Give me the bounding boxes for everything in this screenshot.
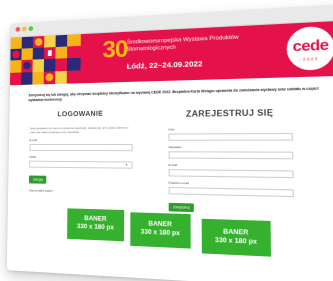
forgot-password-link[interactable]: Zapomniałeś hasła? bbox=[29, 189, 133, 195]
logo-year: 2022 bbox=[287, 55, 333, 62]
register-form: ZAREJESTRUJ SIĘ Imię Nazwisko E-mail Pow… bbox=[168, 108, 294, 218]
login-note: Jeśli posiadasz już konto w systemie rej… bbox=[30, 126, 133, 135]
cede-logo[interactable]: cede 2022 bbox=[286, 26, 333, 71]
logo-wordmark: cede bbox=[287, 35, 333, 54]
page-stage: 30 Środkowoeuropejska Wystawa Produktów … bbox=[0, 0, 333, 281]
register-first-name-label: Imię bbox=[168, 127, 292, 132]
login-password-label: Hasło bbox=[29, 155, 132, 160]
ad-banner-size: 330 x 180 px bbox=[202, 236, 271, 248]
login-email-input[interactable] bbox=[29, 144, 132, 151]
login-button[interactable]: Zaloguj bbox=[29, 176, 47, 184]
register-last-name-input[interactable] bbox=[169, 151, 294, 159]
register-confirm-email-label: Powtórz e-mail bbox=[169, 181, 294, 187]
edition-number: 30 bbox=[102, 38, 127, 63]
exhibition-date: Łódź, 22–24.09.2022 bbox=[127, 59, 203, 71]
login-password-input[interactable]: ● bbox=[29, 161, 132, 169]
login-heading: LOGOWANIE bbox=[30, 110, 133, 118]
banner-row: BANER 330 x 180 px BANER 330 x 180 px BA… bbox=[7, 203, 333, 261]
ad-banner-size: 330 x 180 px bbox=[130, 228, 190, 239]
maximize-window-dot[interactable] bbox=[28, 26, 33, 31]
register-first-name-input[interactable] bbox=[169, 133, 294, 141]
register-email-label: E-mail bbox=[169, 163, 294, 168]
register-last-name-label: Nazwisko bbox=[169, 145, 294, 149]
ad-banner-size: 330 x 180 px bbox=[67, 223, 124, 233]
register-email-input[interactable] bbox=[169, 169, 294, 178]
show-password-icon[interactable]: ● bbox=[125, 164, 127, 167]
close-window-dot[interactable] bbox=[16, 27, 21, 32]
login-form: LOGOWANIE Jeśli posiadasz już konto w sy… bbox=[29, 110, 133, 194]
login-email-label: E-mail bbox=[30, 138, 133, 142]
register-confirm-email-input[interactable] bbox=[169, 187, 294, 197]
decorative-mosaic-graphic bbox=[10, 34, 81, 85]
browser-window: 30 Środkowoeuropejska Wystawa Produktów … bbox=[7, 4, 333, 281]
exhibition-title: Środkowoeuropejska Wystawa Produktów Sto… bbox=[127, 34, 245, 53]
register-heading: ZAREJESTRUJ SIĘ bbox=[168, 108, 292, 119]
intro-text: Zarejestruj się lub zaloguj, aby otrzyma… bbox=[28, 86, 328, 102]
minimize-window-dot[interactable] bbox=[22, 26, 27, 31]
ad-banner-2[interactable]: BANER 330 x 180 px bbox=[130, 212, 190, 248]
ad-banner-3[interactable]: BANER 330 x 180 px bbox=[202, 219, 271, 257]
ad-banner-1[interactable]: BANER 330 x 180 px bbox=[67, 208, 124, 241]
